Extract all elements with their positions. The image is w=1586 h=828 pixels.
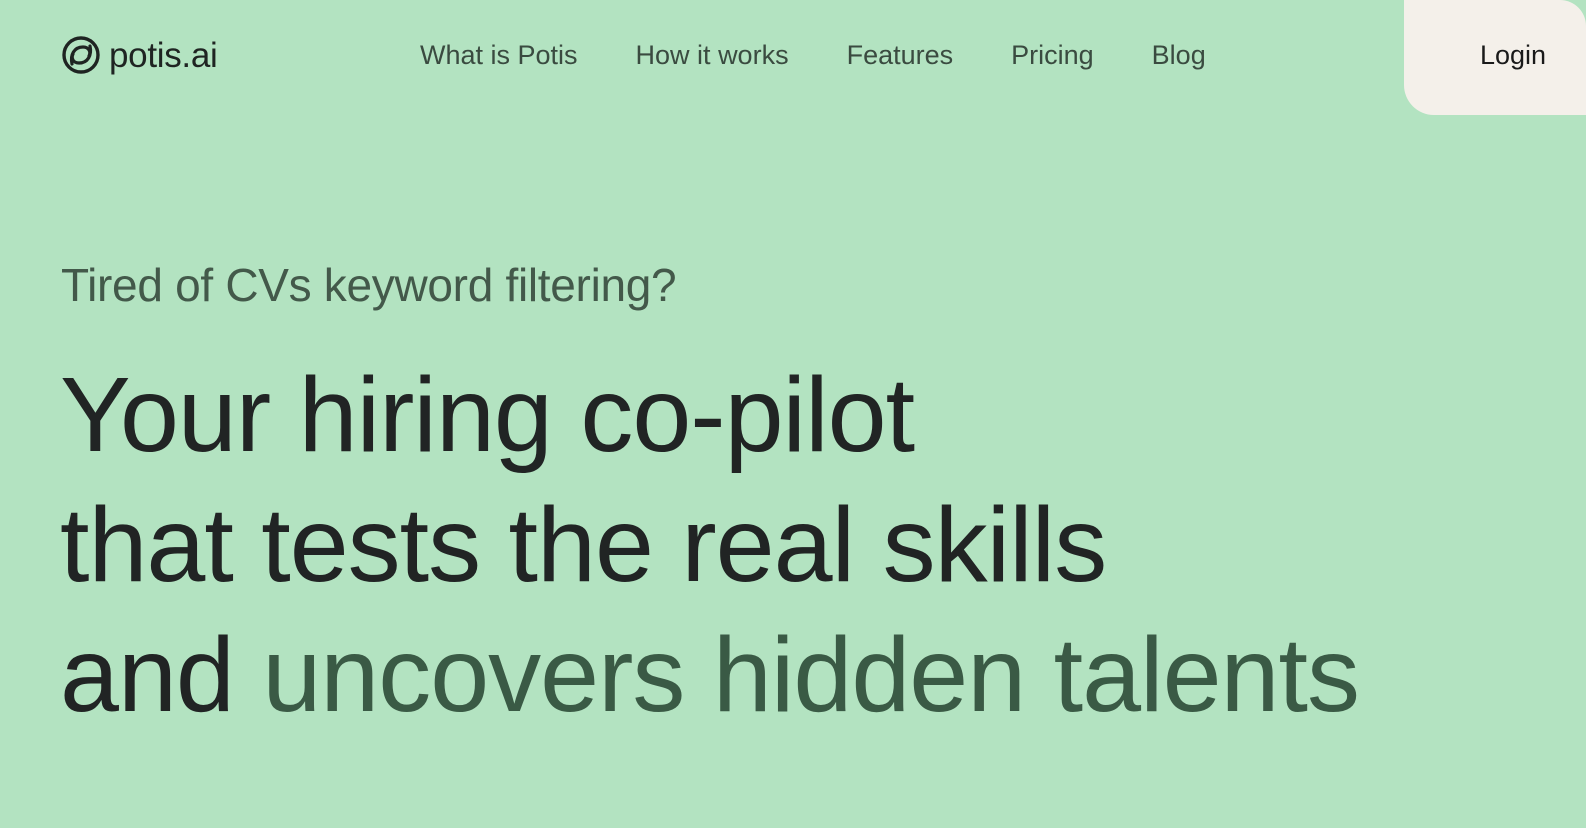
swirl-circle-logo-icon (62, 36, 100, 74)
hero-eyebrow: Tired of CVs keyword filtering? (61, 259, 677, 311)
brand-name: potis.ai (109, 35, 218, 75)
hero-headline: Your hiring co-pilot that tests the real… (60, 350, 1360, 740)
main-nav: What is Potis How it works Features Pric… (420, 38, 1206, 72)
headline-line-3: and uncovers hidden talents (60, 610, 1360, 740)
nav-item-how-it-works[interactable]: How it works (636, 38, 789, 72)
nav-item-pricing[interactable]: Pricing (1011, 38, 1094, 72)
nav-item-blog[interactable]: Blog (1152, 38, 1206, 72)
brand-logo[interactable]: potis.ai (61, 34, 218, 76)
headline-accent: uncovers hidden talents (262, 616, 1360, 734)
login-button[interactable]: Login (1480, 38, 1546, 72)
nav-item-what-is-potis[interactable]: What is Potis (420, 38, 578, 72)
nav-item-features[interactable]: Features (847, 38, 954, 72)
headline-line-3-prefix: and (60, 616, 263, 734)
headline-line-2: that tests the real skills (60, 486, 1107, 604)
page: potis.ai What is Potis How it works Feat… (0, 0, 1586, 828)
headline-line-1: Your hiring co-pilot (60, 356, 915, 474)
